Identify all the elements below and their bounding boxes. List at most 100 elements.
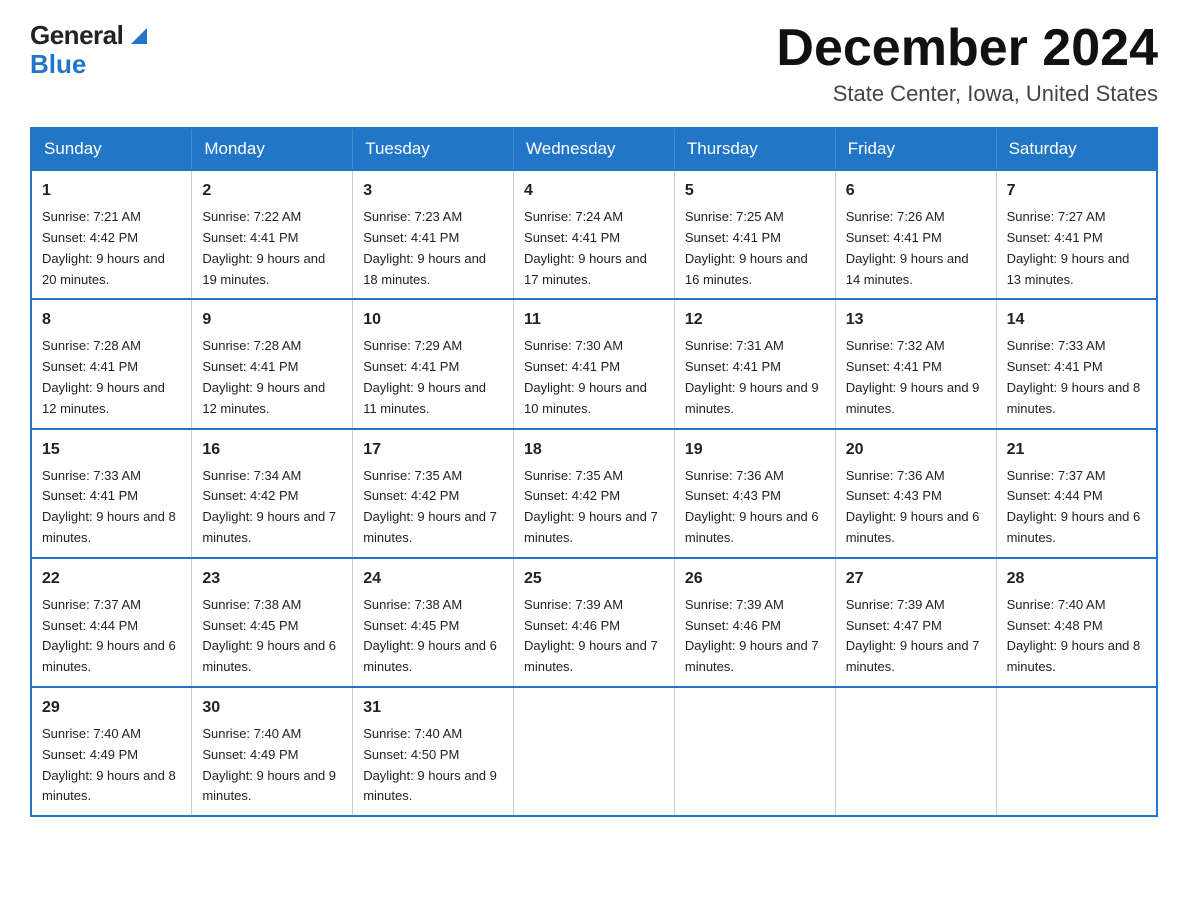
day-info: Sunrise: 7:33 AMSunset: 4:41 PMDaylight:…	[42, 468, 176, 545]
day-number: 9	[202, 308, 342, 332]
calendar-day-cell: 12 Sunrise: 7:31 AMSunset: 4:41 PMDaylig…	[674, 299, 835, 428]
calendar-day-cell: 19 Sunrise: 7:36 AMSunset: 4:43 PMDaylig…	[674, 429, 835, 558]
calendar-day-cell: 22 Sunrise: 7:37 AMSunset: 4:44 PMDaylig…	[31, 558, 192, 687]
day-number: 1	[42, 179, 181, 203]
calendar-day-cell: 31 Sunrise: 7:40 AMSunset: 4:50 PMDaylig…	[353, 687, 514, 816]
logo-general-text: General	[30, 20, 123, 51]
calendar-day-cell: 17 Sunrise: 7:35 AMSunset: 4:42 PMDaylig…	[353, 429, 514, 558]
day-number: 24	[363, 567, 503, 591]
day-info: Sunrise: 7:22 AMSunset: 4:41 PMDaylight:…	[202, 209, 325, 286]
day-number: 17	[363, 438, 503, 462]
day-number: 21	[1007, 438, 1146, 462]
day-info: Sunrise: 7:39 AMSunset: 4:47 PMDaylight:…	[846, 597, 980, 674]
day-number: 25	[524, 567, 664, 591]
day-info: Sunrise: 7:33 AMSunset: 4:41 PMDaylight:…	[1007, 338, 1141, 415]
calendar-day-cell: 27 Sunrise: 7:39 AMSunset: 4:47 PMDaylig…	[835, 558, 996, 687]
calendar-day-cell: 1 Sunrise: 7:21 AMSunset: 4:42 PMDayligh…	[31, 170, 192, 299]
day-info: Sunrise: 7:37 AMSunset: 4:44 PMDaylight:…	[1007, 468, 1141, 545]
calendar-day-cell: 30 Sunrise: 7:40 AMSunset: 4:49 PMDaylig…	[192, 687, 353, 816]
col-monday: Monday	[192, 128, 353, 170]
day-info: Sunrise: 7:21 AMSunset: 4:42 PMDaylight:…	[42, 209, 165, 286]
day-number: 8	[42, 308, 181, 332]
col-sunday: Sunday	[31, 128, 192, 170]
page-header: General Blue December 2024 State Center,…	[30, 20, 1158, 107]
day-info: Sunrise: 7:35 AMSunset: 4:42 PMDaylight:…	[363, 468, 497, 545]
day-info: Sunrise: 7:28 AMSunset: 4:41 PMDaylight:…	[42, 338, 165, 415]
day-number: 12	[685, 308, 825, 332]
day-number: 31	[363, 696, 503, 720]
day-number: 4	[524, 179, 664, 203]
day-number: 11	[524, 308, 664, 332]
day-number: 7	[1007, 179, 1146, 203]
calendar-day-cell: 8 Sunrise: 7:28 AMSunset: 4:41 PMDayligh…	[31, 299, 192, 428]
col-thursday: Thursday	[674, 128, 835, 170]
day-number: 27	[846, 567, 986, 591]
calendar-day-cell: 9 Sunrise: 7:28 AMSunset: 4:41 PMDayligh…	[192, 299, 353, 428]
day-info: Sunrise: 7:31 AMSunset: 4:41 PMDaylight:…	[685, 338, 819, 415]
calendar-day-cell: 28 Sunrise: 7:40 AMSunset: 4:48 PMDaylig…	[996, 558, 1157, 687]
col-tuesday: Tuesday	[353, 128, 514, 170]
calendar-day-cell: 15 Sunrise: 7:33 AMSunset: 4:41 PMDaylig…	[31, 429, 192, 558]
calendar-day-cell: 26 Sunrise: 7:39 AMSunset: 4:46 PMDaylig…	[674, 558, 835, 687]
calendar-day-cell: 5 Sunrise: 7:25 AMSunset: 4:41 PMDayligh…	[674, 170, 835, 299]
calendar-day-cell: 10 Sunrise: 7:29 AMSunset: 4:41 PMDaylig…	[353, 299, 514, 428]
col-friday: Friday	[835, 128, 996, 170]
calendar-day-cell	[996, 687, 1157, 816]
calendar-header-row: Sunday Monday Tuesday Wednesday Thursday…	[31, 128, 1157, 170]
calendar-day-cell: 11 Sunrise: 7:30 AMSunset: 4:41 PMDaylig…	[514, 299, 675, 428]
logo-icon	[125, 22, 153, 50]
calendar-week-row: 29 Sunrise: 7:40 AMSunset: 4:49 PMDaylig…	[31, 687, 1157, 816]
day-number: 2	[202, 179, 342, 203]
logo: General Blue	[30, 20, 153, 77]
calendar-day-cell	[514, 687, 675, 816]
month-title: December 2024	[776, 20, 1158, 77]
calendar-day-cell: 4 Sunrise: 7:24 AMSunset: 4:41 PMDayligh…	[514, 170, 675, 299]
day-number: 13	[846, 308, 986, 332]
day-number: 20	[846, 438, 986, 462]
calendar-day-cell: 3 Sunrise: 7:23 AMSunset: 4:41 PMDayligh…	[353, 170, 514, 299]
day-info: Sunrise: 7:35 AMSunset: 4:42 PMDaylight:…	[524, 468, 658, 545]
day-info: Sunrise: 7:30 AMSunset: 4:41 PMDaylight:…	[524, 338, 647, 415]
day-info: Sunrise: 7:39 AMSunset: 4:46 PMDaylight:…	[524, 597, 658, 674]
day-info: Sunrise: 7:40 AMSunset: 4:49 PMDaylight:…	[202, 726, 336, 803]
day-number: 18	[524, 438, 664, 462]
calendar-week-row: 22 Sunrise: 7:37 AMSunset: 4:44 PMDaylig…	[31, 558, 1157, 687]
calendar-day-cell: 29 Sunrise: 7:40 AMSunset: 4:49 PMDaylig…	[31, 687, 192, 816]
day-info: Sunrise: 7:37 AMSunset: 4:44 PMDaylight:…	[42, 597, 176, 674]
calendar-day-cell: 23 Sunrise: 7:38 AMSunset: 4:45 PMDaylig…	[192, 558, 353, 687]
calendar-day-cell: 21 Sunrise: 7:37 AMSunset: 4:44 PMDaylig…	[996, 429, 1157, 558]
day-info: Sunrise: 7:34 AMSunset: 4:42 PMDaylight:…	[202, 468, 336, 545]
calendar-day-cell: 18 Sunrise: 7:35 AMSunset: 4:42 PMDaylig…	[514, 429, 675, 558]
day-info: Sunrise: 7:40 AMSunset: 4:48 PMDaylight:…	[1007, 597, 1141, 674]
title-block: December 2024 State Center, Iowa, United…	[776, 20, 1158, 107]
calendar-week-row: 1 Sunrise: 7:21 AMSunset: 4:42 PMDayligh…	[31, 170, 1157, 299]
day-info: Sunrise: 7:36 AMSunset: 4:43 PMDaylight:…	[685, 468, 819, 545]
day-number: 28	[1007, 567, 1146, 591]
calendar-day-cell: 7 Sunrise: 7:27 AMSunset: 4:41 PMDayligh…	[996, 170, 1157, 299]
day-number: 14	[1007, 308, 1146, 332]
day-number: 3	[363, 179, 503, 203]
day-info: Sunrise: 7:25 AMSunset: 4:41 PMDaylight:…	[685, 209, 808, 286]
day-number: 23	[202, 567, 342, 591]
day-number: 10	[363, 308, 503, 332]
day-info: Sunrise: 7:26 AMSunset: 4:41 PMDaylight:…	[846, 209, 969, 286]
day-info: Sunrise: 7:40 AMSunset: 4:50 PMDaylight:…	[363, 726, 497, 803]
calendar-week-row: 15 Sunrise: 7:33 AMSunset: 4:41 PMDaylig…	[31, 429, 1157, 558]
calendar-day-cell	[674, 687, 835, 816]
calendar-day-cell: 20 Sunrise: 7:36 AMSunset: 4:43 PMDaylig…	[835, 429, 996, 558]
day-info: Sunrise: 7:24 AMSunset: 4:41 PMDaylight:…	[524, 209, 647, 286]
calendar-table: Sunday Monday Tuesday Wednesday Thursday…	[30, 127, 1158, 817]
day-number: 5	[685, 179, 825, 203]
calendar-day-cell	[835, 687, 996, 816]
day-info: Sunrise: 7:32 AMSunset: 4:41 PMDaylight:…	[846, 338, 980, 415]
day-number: 19	[685, 438, 825, 462]
calendar-day-cell: 6 Sunrise: 7:26 AMSunset: 4:41 PMDayligh…	[835, 170, 996, 299]
calendar-day-cell: 24 Sunrise: 7:38 AMSunset: 4:45 PMDaylig…	[353, 558, 514, 687]
day-number: 26	[685, 567, 825, 591]
day-number: 30	[202, 696, 342, 720]
day-info: Sunrise: 7:29 AMSunset: 4:41 PMDaylight:…	[363, 338, 486, 415]
day-info: Sunrise: 7:23 AMSunset: 4:41 PMDaylight:…	[363, 209, 486, 286]
day-number: 16	[202, 438, 342, 462]
calendar-day-cell: 13 Sunrise: 7:32 AMSunset: 4:41 PMDaylig…	[835, 299, 996, 428]
calendar-day-cell: 14 Sunrise: 7:33 AMSunset: 4:41 PMDaylig…	[996, 299, 1157, 428]
